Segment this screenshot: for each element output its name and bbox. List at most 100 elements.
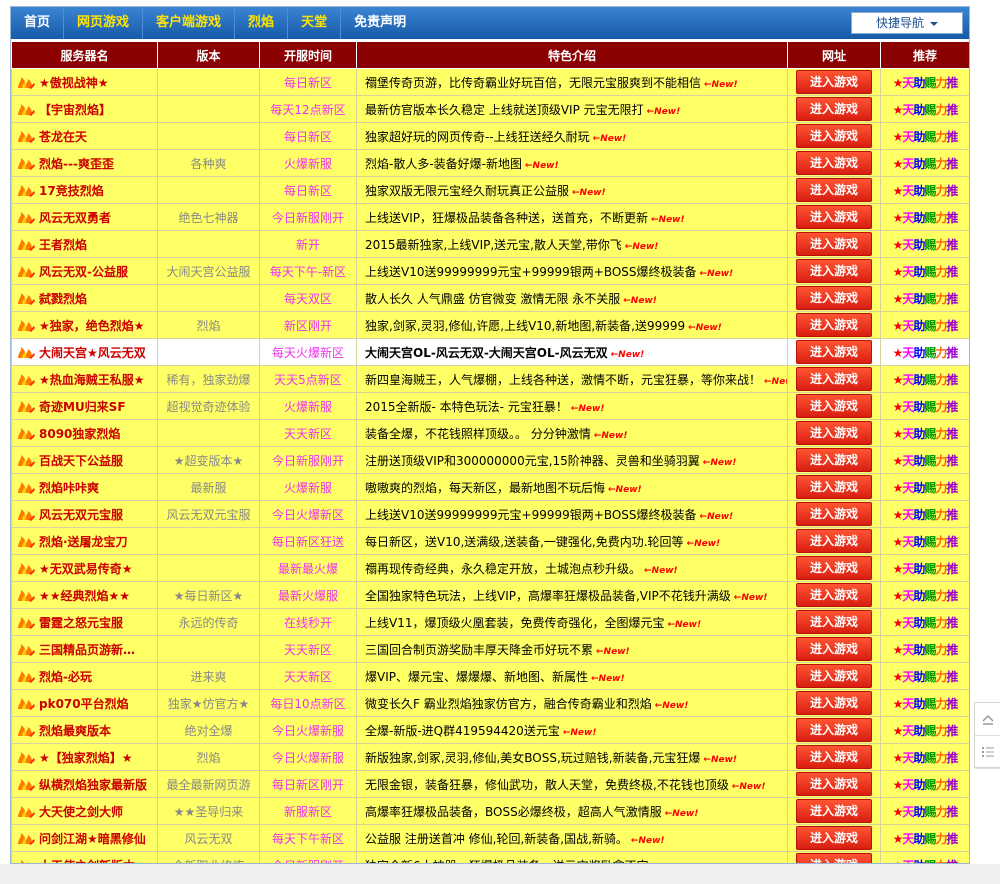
nav-item-lieyan[interactable]: 烈焰 bbox=[235, 7, 289, 39]
server-name[interactable]: 问剑江湖★暗黑修仙 bbox=[39, 832, 146, 846]
server-name-cell[interactable]: 烈焰最爽版本 bbox=[11, 716, 158, 744]
server-name[interactable]: 8090独家烈焰 bbox=[39, 427, 120, 441]
server-name-cell[interactable]: 大闹天宫★风云无双 bbox=[11, 338, 158, 366]
enter-game-button[interactable]: 进入游戏 bbox=[796, 502, 872, 526]
enter-game-button[interactable]: 进入游戏 bbox=[796, 772, 872, 796]
server-name[interactable]: ★【独家烈焰】★ bbox=[39, 751, 133, 765]
server-name[interactable]: 风云无双勇者 bbox=[39, 211, 111, 225]
enter-game-button[interactable]: 进入游戏 bbox=[796, 205, 872, 229]
enter-game-button[interactable]: 进入游戏 bbox=[796, 421, 872, 445]
enter-game-button[interactable]: 进入游戏 bbox=[796, 340, 872, 364]
server-name[interactable]: ★热血海贼王私服★ bbox=[39, 373, 145, 387]
server-name-cell[interactable]: pk070平台烈焰 bbox=[11, 689, 158, 717]
server-name-cell[interactable]: 17竞技烈焰 bbox=[11, 176, 158, 204]
enter-game-button[interactable]: 进入游戏 bbox=[796, 799, 872, 823]
enter-game-button[interactable]: 进入游戏 bbox=[796, 853, 872, 863]
enter-game-button[interactable]: 进入游戏 bbox=[796, 313, 872, 337]
enter-game-button[interactable]: 进入游戏 bbox=[796, 691, 872, 715]
enter-game-button[interactable]: 进入游戏 bbox=[796, 448, 872, 472]
enter-game-button[interactable]: 进入游戏 bbox=[796, 745, 872, 769]
enter-game-button[interactable]: 进入游戏 bbox=[796, 637, 872, 661]
enter-game-button[interactable]: 进入游戏 bbox=[796, 124, 872, 148]
server-name-cell[interactable]: 烈焰·送屠龙宝刀 bbox=[11, 527, 158, 555]
server-name[interactable]: 雷霆之怒元宝服 bbox=[39, 616, 123, 630]
server-name[interactable]: 苍龙在天 bbox=[39, 130, 87, 144]
nav-item-home[interactable]: 首页 bbox=[11, 7, 65, 39]
server-name-cell[interactable]: 烈焰-必玩 bbox=[11, 662, 158, 690]
nav-item-disclaimer[interactable]: 免责声明 bbox=[341, 7, 419, 39]
server-name[interactable]: pk070平台烈焰 bbox=[39, 697, 129, 711]
server-name[interactable]: 风云无双元宝服 bbox=[39, 508, 123, 522]
server-name-cell[interactable]: ★★经典烈焰★★ bbox=[11, 581, 158, 609]
server-name-cell[interactable]: 烈焰---爽歪歪 bbox=[11, 149, 158, 177]
enter-game-button[interactable]: 进入游戏 bbox=[796, 178, 872, 202]
scroll-top-button[interactable] bbox=[975, 703, 1000, 736]
server-name-cell[interactable]: 雷霆之怒元宝服 bbox=[11, 608, 158, 636]
server-name[interactable]: 烈焰最爽版本 bbox=[39, 724, 111, 738]
enter-game-button[interactable]: 进入游戏 bbox=[796, 151, 872, 175]
server-name-cell[interactable]: 风云无双勇者 bbox=[11, 203, 158, 231]
server-name-cell[interactable]: 百战天下公益服 bbox=[11, 446, 158, 474]
enter-game-button[interactable]: 进入游戏 bbox=[796, 367, 872, 391]
enter-game-button[interactable]: 进入游戏 bbox=[796, 97, 872, 121]
server-name[interactable]: 风云无双-公益服 bbox=[39, 265, 128, 279]
server-name-cell[interactable]: ★【独家烈焰】★ bbox=[11, 743, 158, 771]
server-name[interactable]: 王者烈焰 bbox=[39, 238, 87, 252]
server-name[interactable]: ★无双武易传奇★ bbox=[39, 562, 133, 576]
enter-game-button[interactable]: 进入游戏 bbox=[796, 529, 872, 553]
enter-game-button[interactable]: 进入游戏 bbox=[796, 70, 872, 94]
server-name[interactable]: ★★经典烈焰★★ bbox=[39, 589, 130, 603]
server-name-cell[interactable]: 大天使之剑新版本 bbox=[11, 851, 158, 863]
enter-game-button[interactable]: 进入游戏 bbox=[796, 718, 872, 742]
enter-game-button[interactable]: 进入游戏 bbox=[796, 286, 872, 310]
server-name-cell[interactable]: 奇迹MU归来SF bbox=[11, 392, 158, 420]
horizontal-scrollbar[interactable] bbox=[0, 864, 1000, 884]
server-name-cell[interactable]: 8090独家烈焰 bbox=[11, 419, 158, 447]
feature-desc: 独家,剑冢,灵羽,修仙,许愿,上线V10,新地图,新装备,送99999 bbox=[365, 318, 686, 333]
enter-game-button[interactable]: 进入游戏 bbox=[796, 610, 872, 634]
server-name-cell[interactable]: 【宇宙烈焰】 bbox=[11, 95, 158, 123]
server-name-cell[interactable]: 王者烈焰 bbox=[11, 230, 158, 258]
server-name[interactable]: 17竞技烈焰 bbox=[39, 184, 104, 198]
enter-game-button[interactable]: 进入游戏 bbox=[796, 232, 872, 256]
enter-game-button[interactable]: 进入游戏 bbox=[796, 556, 872, 580]
server-name[interactable]: 烈焰·送屠龙宝刀 bbox=[39, 535, 128, 549]
server-name-cell[interactable]: ★独家，绝色烈焰★ bbox=[11, 311, 158, 339]
enter-game-button[interactable]: 进入游戏 bbox=[796, 664, 872, 688]
quick-nav-dropdown[interactable]: 快捷导航 bbox=[851, 12, 963, 34]
server-name-cell[interactable]: 大天使之剑大师 bbox=[11, 797, 158, 825]
server-name[interactable]: 百战天下公益服 bbox=[39, 454, 123, 468]
server-name-cell[interactable]: 问剑江湖★暗黑修仙 bbox=[11, 824, 158, 852]
server-name[interactable]: ★傲视战神★ bbox=[39, 76, 109, 90]
list-button[interactable] bbox=[975, 736, 1000, 769]
server-name[interactable]: 纵横烈焰独家最新版 bbox=[39, 778, 147, 792]
server-name-cell[interactable]: ★无双武易传奇★ bbox=[11, 554, 158, 582]
server-name-cell[interactable]: ★傲视战神★ bbox=[11, 68, 158, 96]
server-name-cell[interactable]: 风云无双元宝服 bbox=[11, 500, 158, 528]
server-name-cell[interactable]: 苍龙在天 bbox=[11, 122, 158, 150]
enter-game-button[interactable]: 进入游戏 bbox=[796, 583, 872, 607]
nav-item-client-games[interactable]: 客户端游戏 bbox=[143, 7, 236, 39]
enter-game-button[interactable]: 进入游戏 bbox=[796, 475, 872, 499]
server-name[interactable]: 大闹天宫★风云无双 bbox=[39, 346, 146, 360]
server-name[interactable]: ★独家，绝色烈焰★ bbox=[39, 319, 145, 333]
server-name-cell[interactable]: 纵横烈焰独家最新版 bbox=[11, 770, 158, 798]
server-name-cell[interactable]: ★热血海贼王私服★ bbox=[11, 365, 158, 393]
server-name[interactable]: 烈焰---爽歪歪 bbox=[39, 157, 114, 171]
server-name-cell[interactable]: 三国精品页游新… bbox=[11, 635, 158, 663]
server-name[interactable]: 大天使之剑大师 bbox=[39, 805, 123, 819]
server-name[interactable]: 烈焰-必玩 bbox=[39, 670, 92, 684]
server-name[interactable]: 烈焰咔咔爽 bbox=[39, 481, 99, 495]
server-name[interactable]: 弑戮烈焰 bbox=[39, 292, 87, 306]
nav-item-tiantang[interactable]: 天堂 bbox=[288, 7, 342, 39]
nav-item-web-games[interactable]: 网页游戏 bbox=[64, 7, 144, 39]
enter-game-button[interactable]: 进入游戏 bbox=[796, 826, 872, 850]
server-name[interactable]: 奇迹MU归来SF bbox=[39, 400, 126, 414]
enter-game-button[interactable]: 进入游戏 bbox=[796, 259, 872, 283]
enter-game-button[interactable]: 进入游戏 bbox=[796, 394, 872, 418]
server-name-cell[interactable]: 弑戮烈焰 bbox=[11, 284, 158, 312]
server-name-cell[interactable]: 烈焰咔咔爽 bbox=[11, 473, 158, 501]
server-name[interactable]: 三国精品页游新… bbox=[39, 643, 135, 657]
server-name-cell[interactable]: 风云无双-公益服 bbox=[11, 257, 158, 285]
server-name[interactable]: 【宇宙烈焰】 bbox=[39, 103, 111, 117]
